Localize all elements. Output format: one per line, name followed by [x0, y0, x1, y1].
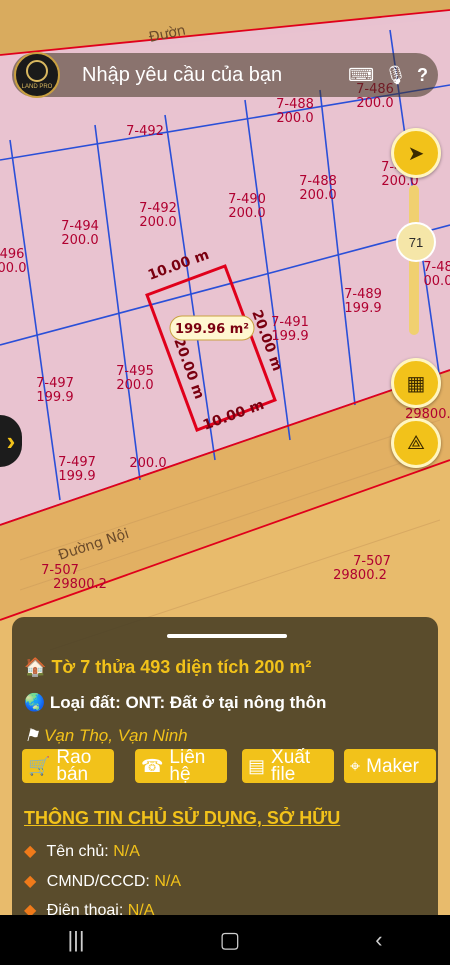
place-row: ⚑ Vạn Thọ, Vạn Ninh: [24, 726, 188, 746]
earth-icon: 🌏: [24, 693, 46, 712]
svg-text:7-48: 7-48: [423, 260, 450, 275]
svg-text:7-492: 7-492: [126, 124, 164, 139]
svg-text:200.0: 200.0: [116, 378, 153, 393]
svg-text:199.9: 199.9: [344, 301, 381, 316]
search-bar[interactable]: LAND PRO ⌨ 🎙 ?: [12, 52, 438, 98]
logo-text: LAND PRO: [21, 84, 53, 90]
back-icon[interactable]: ‹: [375, 927, 382, 953]
svg-text:7-507: 7-507: [41, 563, 79, 578]
land-type-row: 🌏 Loại đất: ONT: Đất ở tại nông thôn: [24, 693, 326, 713]
keyboard-icon[interactable]: ⌨: [348, 65, 374, 86]
svg-text:200.0: 200.0: [299, 188, 336, 203]
svg-text:199.9: 199.9: [36, 390, 73, 405]
flag-icon: ⚑: [24, 726, 40, 745]
parcel-title-row: 🏠 Tờ 7 thửa 493 diện tích 200 m²: [24, 657, 311, 678]
app-logo[interactable]: LAND PRO: [14, 52, 60, 98]
parcel-info-panel[interactable]: 🏠 Tờ 7 thửa 493 diện tích 200 m² 🌏 Loại …: [12, 617, 438, 915]
phone-icon: ☎: [141, 755, 164, 776]
maker-button[interactable]: ⌖ Maker: [344, 749, 436, 783]
compass-icon: ⟁: [407, 431, 425, 454]
search-input[interactable]: [80, 62, 349, 88]
svg-text:7-490: 7-490: [228, 192, 266, 207]
system-nav-bar: ||| ▢ ‹: [0, 915, 450, 965]
svg-text:7-497: 7-497: [36, 376, 74, 391]
layers-button[interactable]: ▦: [391, 358, 441, 408]
svg-text:199.9: 199.9: [271, 329, 308, 344]
svg-text:200.0: 200.0: [356, 96, 393, 111]
svg-text:200.0: 200.0: [61, 233, 98, 248]
measure-button[interactable]: ⟁: [391, 418, 441, 468]
sell-button[interactable]: 🛒 Rao bán: [22, 748, 114, 784]
svg-text:29800.2: 29800.2: [53, 577, 107, 592]
pdf-icon: ▤: [248, 755, 266, 776]
locate-button[interactable]: ➤: [391, 128, 441, 178]
place-name: Vạn Thọ, Vạn Ninh: [43, 726, 188, 745]
svg-text:29800.2: 29800.2: [333, 568, 387, 583]
recent-apps-icon[interactable]: |||: [67, 927, 84, 953]
svg-text:200.0: 200.0: [129, 456, 166, 471]
home-button-icon[interactable]: ▢: [220, 927, 241, 953]
diamond-icon: ◆: [24, 843, 37, 860]
area-badge: 199.96 m²: [175, 322, 249, 337]
panel-drag-handle[interactable]: [167, 634, 287, 638]
contact-button[interactable]: ☎ Liên hệ: [135, 748, 227, 784]
svg-text:7-497: 7-497: [58, 455, 96, 470]
zoom-slider-knob[interactable]: 71: [396, 222, 436, 262]
parcel-title: Tờ 7 thửa 493 diện tích 200 m²: [51, 657, 312, 677]
svg-text:00.0: 00.0: [424, 274, 450, 289]
id-number-row: ◆ CMND/CCCD: N/A: [24, 873, 181, 890]
cart-icon: 🛒: [28, 755, 51, 776]
svg-text:7-494: 7-494: [61, 219, 99, 234]
help-icon[interactable]: ?: [417, 65, 428, 86]
navigation-arrow-icon: ➤: [407, 142, 425, 165]
svg-text:496: 496: [0, 247, 24, 262]
svg-text:7-488: 7-488: [276, 97, 314, 112]
owner-name-row: ◆ Tên chủ: N/A: [24, 843, 140, 860]
phone-row: ◆ Điện thoại: N/A: [24, 900, 154, 915]
svg-text:7-489: 7-489: [344, 287, 382, 302]
zoom-level: 71: [408, 234, 424, 250]
action-bar: 🛒 Rao bán ☎ Liên hệ ▤ Xuất file ⌖ Maker: [22, 748, 436, 787]
svg-text:200.0: 200.0: [276, 111, 313, 126]
svg-text:7-507: 7-507: [353, 554, 391, 569]
diamond-icon: ◆: [24, 873, 37, 890]
grid-icon: ▦: [406, 372, 426, 395]
land-type: Loại đất: ONT: Đất ở tại nông thôn: [49, 693, 327, 712]
svg-text:7-495: 7-495: [116, 364, 154, 379]
svg-text:199.9: 199.9: [58, 469, 95, 484]
home-icon: 🏠: [24, 657, 47, 677]
chevron-right-icon: ›: [6, 425, 16, 456]
export-file-button[interactable]: ▤ Xuất file: [242, 748, 334, 784]
owner-section-title: THÔNG TIN CHỦ SỬ DỤNG, SỞ HỮU: [24, 808, 341, 828]
microphone-icon[interactable]: 🎙: [384, 65, 407, 86]
svg-text:00.0: 00.0: [0, 261, 26, 276]
svg-text:200.0: 200.0: [139, 215, 176, 230]
svg-text:7-488: 7-488: [299, 174, 337, 189]
diamond-icon: ◆: [24, 902, 37, 915]
svg-text:7-491: 7-491: [271, 315, 309, 330]
svg-text:7-492: 7-492: [139, 201, 177, 216]
svg-text:200.0: 200.0: [228, 206, 265, 221]
map-marker-icon: ⌖: [350, 755, 361, 776]
globe-icon: [26, 60, 48, 82]
